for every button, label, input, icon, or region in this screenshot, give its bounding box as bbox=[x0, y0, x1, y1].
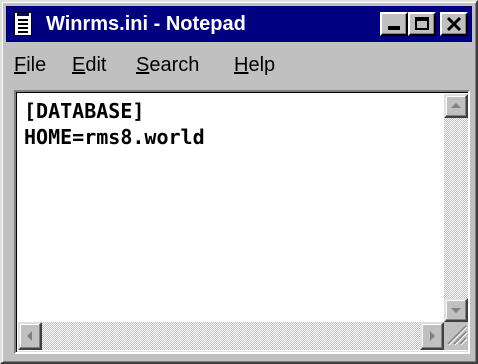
notepad-icon[interactable] bbox=[14, 12, 32, 36]
minimize-button[interactable] bbox=[380, 12, 408, 36]
menu-file-label: ile bbox=[26, 54, 47, 76]
menu-file-mnemonic: F bbox=[14, 54, 27, 76]
scroll-up-button[interactable] bbox=[444, 94, 468, 118]
text-line: [DATABASE] bbox=[24, 99, 145, 123]
menu-search[interactable]: Search bbox=[136, 54, 199, 77]
scroll-left-button[interactable] bbox=[18, 322, 42, 350]
title-bar[interactable]: Winrms.ini - Notepad bbox=[6, 6, 472, 42]
close-button[interactable] bbox=[440, 12, 468, 36]
menu-help-mnemonic: H bbox=[234, 54, 249, 76]
menu-help-label: elp bbox=[248, 54, 276, 76]
text-line: HOME=rms8.world bbox=[24, 125, 205, 149]
menu-edit-label: dit bbox=[85, 54, 107, 76]
menu-edit-mnemonic: E bbox=[72, 54, 86, 76]
horizontal-scrollbar[interactable] bbox=[18, 322, 444, 350]
size-grip[interactable] bbox=[444, 322, 468, 350]
editor-frame: [DATABASE] HOME=rms8.world bbox=[14, 90, 470, 354]
menu-search-mnemonic: S bbox=[136, 54, 150, 76]
vertical-scrollbar[interactable] bbox=[444, 94, 468, 322]
menu-bar: File Edit Search Help bbox=[6, 48, 472, 88]
window-title: Winrms.ini - Notepad bbox=[46, 13, 246, 35]
menu-edit[interactable]: Edit bbox=[72, 54, 106, 77]
menu-search-label: earch bbox=[149, 54, 200, 76]
arrow-left-icon bbox=[27, 331, 32, 341]
scroll-down-button[interactable] bbox=[444, 298, 468, 322]
text-editor[interactable]: [DATABASE] HOME=rms8.world bbox=[20, 96, 444, 320]
menu-help[interactable]: Help bbox=[234, 54, 275, 77]
size-grip-icon bbox=[447, 325, 468, 346]
scroll-right-button[interactable] bbox=[420, 322, 444, 350]
arrow-up-icon bbox=[451, 103, 461, 108]
notepad-window: Winrms.ini - Notepad File Edit Search He… bbox=[0, 0, 478, 364]
menu-file[interactable]: File bbox=[14, 54, 46, 77]
close-icon bbox=[446, 16, 462, 32]
maximize-button[interactable] bbox=[408, 12, 436, 36]
maximize-icon bbox=[415, 17, 429, 30]
arrow-right-icon bbox=[430, 331, 435, 341]
arrow-down-icon bbox=[451, 308, 461, 313]
minimize-icon bbox=[388, 26, 400, 30]
